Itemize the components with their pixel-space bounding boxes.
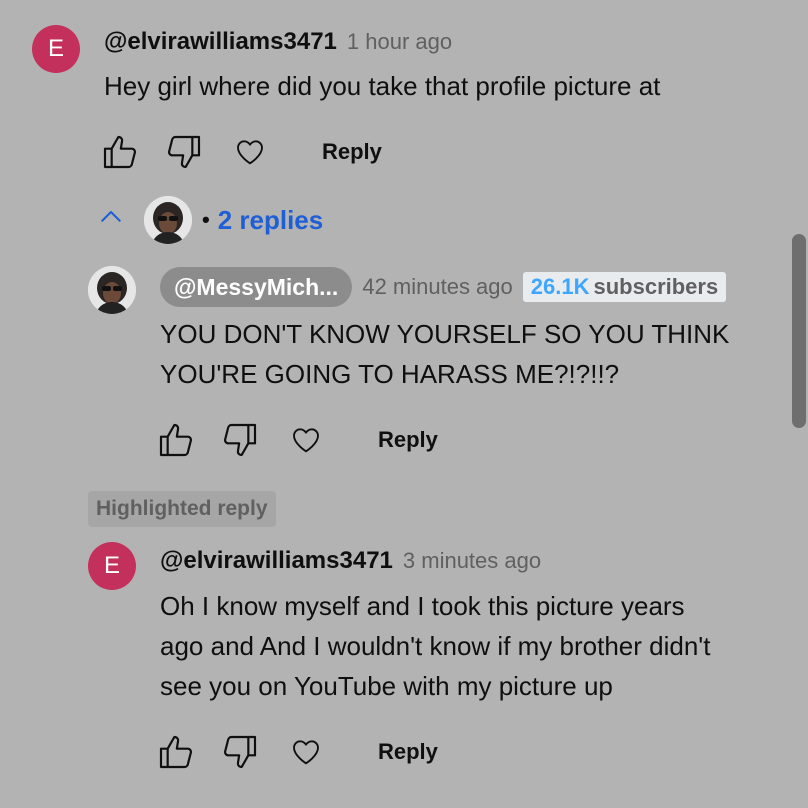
heart-icon[interactable] [290, 424, 322, 456]
reply-actions: Reply [156, 732, 438, 772]
reply-text-line: YOU'RE GOING TO HARASS ME?!?!!? [160, 359, 620, 389]
reply-text-line: Oh I know myself and I took this picture… [160, 591, 685, 621]
comment-actions: Reply [100, 132, 382, 172]
creator-avatar[interactable] [88, 266, 136, 314]
avatar-letter: E [47, 35, 64, 62]
reply-text-line: ago and And I wouldn't know if my brothe… [160, 631, 711, 661]
dislike-icon[interactable] [164, 132, 204, 172]
dislike-icon[interactable] [220, 420, 260, 460]
reply-header: @MessyMich... 42 minutes ago 26.1K subsc… [160, 267, 727, 307]
heart-icon[interactable] [234, 136, 266, 168]
subscriber-label: subscribers [593, 274, 719, 299]
avatar-letter: E [103, 552, 120, 579]
dot-separator: • [202, 207, 210, 232]
replies-toggle[interactable]: • 2 replies [96, 196, 323, 244]
reply-time[interactable]: 3 minutes ago [403, 548, 541, 574]
avatar[interactable]: E [32, 25, 80, 73]
chevron-up-icon [96, 202, 126, 239]
reply-text: YOU DON'T KNOW YOURSELF SO YOU THINK YOU… [160, 314, 780, 394]
reply-text-line: see you on YouTube with my picture up [160, 671, 613, 701]
scrollbar-thumb[interactable] [792, 234, 806, 428]
replies-count: 2 replies [217, 204, 324, 235]
subscriber-count: 26.1K [530, 274, 590, 299]
comment-text: Hey girl where did you take that profile… [104, 71, 661, 101]
reply-text: Oh I know myself and I took this picture… [160, 586, 780, 706]
reply-header: @elvirawilliams3471 3 minutes ago [160, 547, 541, 575]
dislike-icon[interactable] [220, 732, 260, 772]
like-icon[interactable] [156, 420, 196, 460]
subscriber-badge: 26.1K subscribers [522, 272, 727, 302]
avatar[interactable]: E [88, 542, 136, 590]
like-icon[interactable] [100, 132, 140, 172]
creator-avatar-small [144, 196, 192, 244]
heart-icon[interactable] [290, 736, 322, 768]
creator-handle-pill[interactable]: @MessyMich... [160, 267, 353, 307]
reply-author[interactable]: @elvirawilliams3471 [160, 547, 393, 575]
reply-button[interactable]: Reply [378, 427, 438, 453]
comment-header: @elvirawilliams3471 1 hour ago [104, 28, 452, 56]
reply-button[interactable]: Reply [322, 139, 382, 165]
comment-author[interactable]: @elvirawilliams3471 [104, 28, 337, 56]
comment-time[interactable]: 1 hour ago [347, 29, 452, 55]
reply-actions: Reply [156, 420, 438, 460]
like-icon[interactable] [156, 732, 196, 772]
reply-button[interactable]: Reply [378, 739, 438, 765]
highlighted-reply-label: Highlighted reply [88, 491, 276, 527]
reply-time[interactable]: 42 minutes ago [362, 274, 512, 300]
reply-text-line: YOU DON'T KNOW YOURSELF SO YOU THINK [160, 319, 730, 349]
